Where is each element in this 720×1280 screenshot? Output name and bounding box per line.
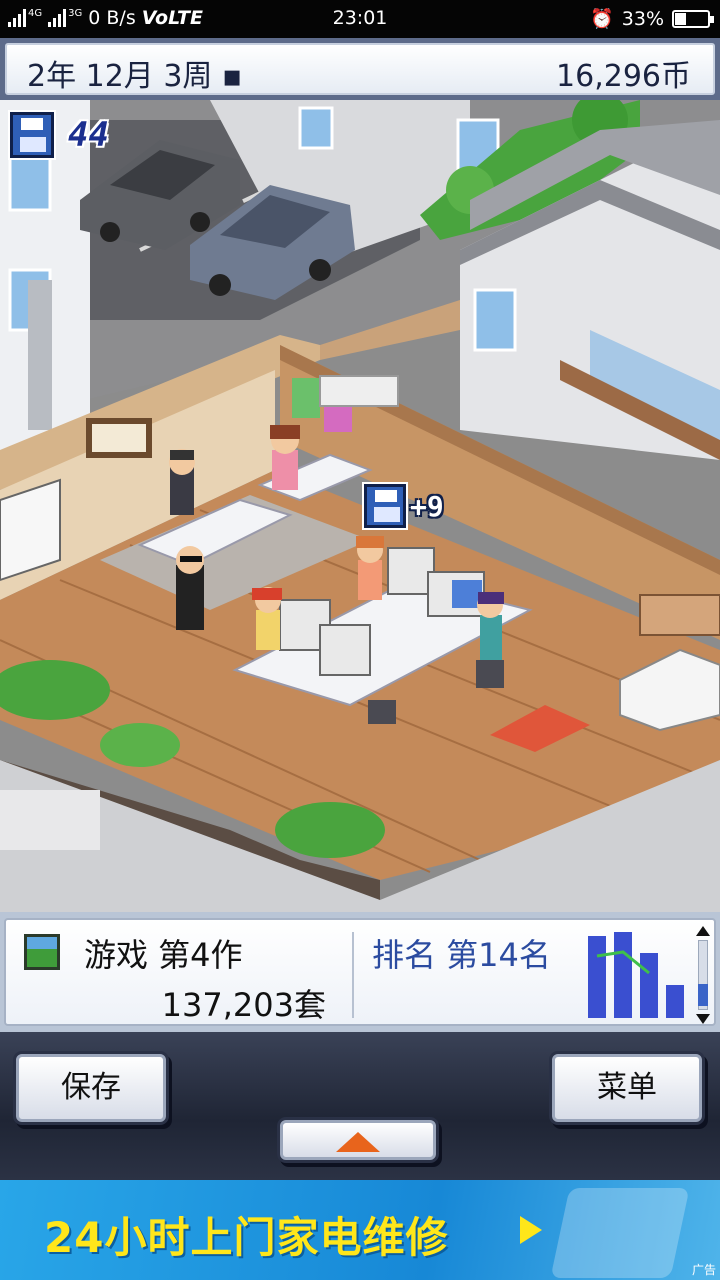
- menu-button[interactable]: 菜单: [552, 1054, 702, 1122]
- info-scrollbar[interactable]: [692, 926, 712, 1024]
- up-arrow-icon: [336, 1131, 380, 1152]
- scroll-up-icon[interactable]: [696, 926, 710, 936]
- expand-button[interactable]: [280, 1120, 436, 1160]
- ranking-chart: [588, 932, 684, 1018]
- ad-image: [550, 1188, 690, 1278]
- office-scene[interactable]: 44 +9: [0, 100, 720, 912]
- rank-bar: [588, 936, 606, 1018]
- ad-text[interactable]: 24小时上门家电维修: [44, 1204, 448, 1265]
- ad-banner[interactable]: 24小时上门家电维修 广告: [0, 1180, 720, 1280]
- game-date: 2年 12月 3周 ▪: [27, 59, 243, 94]
- game-sales: 137,203套: [161, 986, 326, 1024]
- office-pixel-art: [0, 100, 720, 912]
- scroll-down-icon[interactable]: [696, 1014, 710, 1024]
- points-popup-value: +9: [410, 489, 444, 523]
- research-points-hud: 44: [10, 112, 109, 158]
- floppy-disk-icon: [364, 484, 406, 528]
- game-top-bar: 2年 12月 3周 ▪ 16,296币: [0, 38, 720, 100]
- ad-mark: 广告: [691, 1263, 716, 1277]
- ranking-label: 排名 第14名: [372, 936, 551, 974]
- scroll-thumb[interactable]: [698, 984, 708, 1006]
- rank-bar: [640, 953, 658, 1018]
- game-title: 游戏 第4作: [84, 936, 243, 974]
- game-info-panel: 游戏 第4作 137,203套 排名 第14名: [0, 912, 720, 1032]
- floppy-disk-icon: [10, 112, 54, 158]
- play-icon[interactable]: [520, 1216, 542, 1244]
- rank-bar: [666, 985, 684, 1018]
- alarm-clock-icon: ⏰: [590, 8, 614, 30]
- battery-percent: 33%: [621, 7, 664, 30]
- rank-bar: [614, 932, 632, 1018]
- control-bar: 保存 菜单: [0, 1032, 720, 1180]
- battery-icon: [672, 9, 714, 28]
- research-points-count: 44: [68, 115, 109, 155]
- status-bar: 4G 3G 0 B/s VoLTE 23:01 ⏰ 33%: [0, 0, 720, 38]
- game-cartridge-icon[interactable]: [24, 934, 60, 970]
- divider: [352, 932, 354, 1018]
- points-popup: +9: [364, 484, 444, 528]
- money-counter: 16,296币: [556, 59, 691, 94]
- save-button[interactable]: 保存: [16, 1054, 166, 1122]
